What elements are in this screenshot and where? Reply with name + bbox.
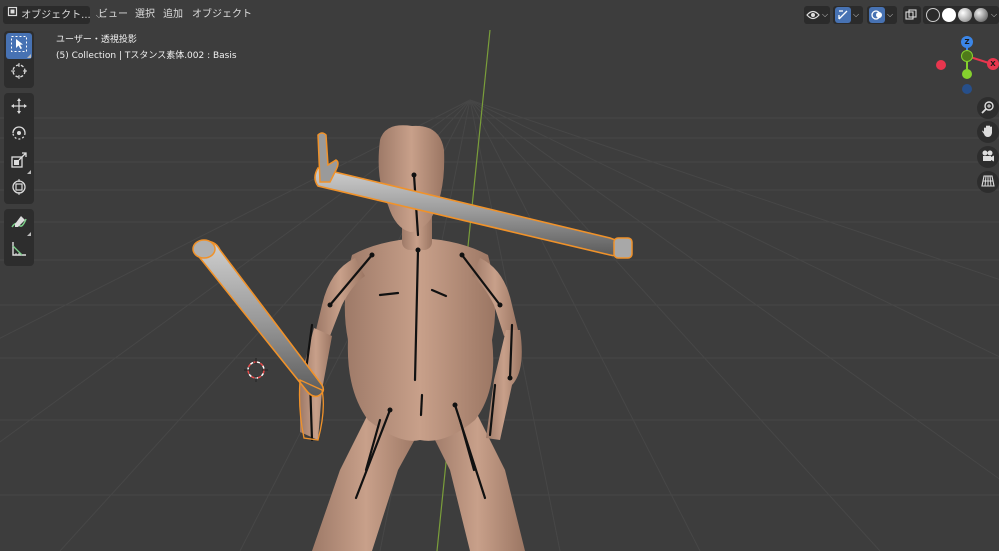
camera-icon (981, 148, 995, 167)
tool-group-select (4, 31, 34, 88)
chevron-down-icon[interactable]: ⌵ (991, 10, 997, 20)
material-preview-icon[interactable] (957, 8, 972, 22)
measure-tool[interactable] (6, 238, 32, 264)
cursor-tool[interactable] (6, 60, 32, 86)
gizmo-icon (835, 7, 851, 23)
chevron-down-icon: ⌵ (887, 10, 894, 19)
visibility-dropdown[interactable]: ⌵ (804, 6, 830, 24)
tool-variants-indicator (27, 170, 31, 174)
cursor-icon (10, 62, 28, 84)
gizmo-z-axis[interactable]: Z (961, 36, 973, 48)
navigation-gizmo[interactable]: Z X (930, 32, 999, 96)
overlays-toggle[interactable]: ⌵ (867, 6, 897, 24)
tool-shelf (4, 31, 34, 271)
transform-icon (10, 178, 28, 200)
gizmo-neg-x-axis[interactable] (936, 60, 946, 70)
view-perspective-label: ユーザー・透視投影 (56, 35, 137, 45)
tool-group-transform (4, 93, 34, 204)
pan-hand-icon (981, 123, 995, 142)
annotate-tool[interactable] (6, 211, 32, 237)
measure-ruler-icon (10, 240, 28, 262)
ortho-grid-icon (981, 173, 995, 192)
menu-add[interactable]: 追加 (159, 6, 187, 24)
select-box-icon (10, 35, 28, 57)
tool-group-annotate (4, 209, 34, 266)
scale-tool[interactable] (6, 149, 32, 175)
ortho-toggle-button[interactable] (977, 171, 999, 193)
zoom-button[interactable] (977, 97, 999, 119)
rotate-tool[interactable] (6, 122, 32, 148)
annotate-pencil-icon (10, 213, 28, 235)
3d-cursor (244, 358, 268, 382)
chevron-down-icon: ⌵ (853, 10, 860, 19)
rotate-icon (10, 124, 28, 146)
wireframe-shading-icon[interactable] (926, 8, 940, 22)
move-tool[interactable] (6, 95, 32, 121)
menu-select[interactable]: 選択 (131, 6, 159, 24)
collection-info-label: (5) Collection | Tスタンス素体.002 : Basis (56, 51, 237, 61)
scale-icon (10, 151, 28, 173)
object-mode-label: オブジェクト... (21, 10, 91, 21)
viewport-scene (0, 29, 999, 551)
chevron-down-icon: ⌵ (822, 10, 829, 19)
gizmo-neg-z-axis[interactable] (962, 84, 972, 94)
pan-button[interactable] (977, 121, 999, 143)
viewport-header: オブジェクト... ⌵ ビュー 選択 追加 オブジェクト ⌵ ⌵ ⌵ ⌵ (0, 4, 999, 26)
shading-mode-group[interactable]: ⌵ (923, 6, 999, 24)
gizmo-neg-y-axis[interactable] (961, 50, 973, 62)
camera-view-button[interactable] (977, 146, 999, 168)
object-mode-dropdown[interactable]: オブジェクト... ⌵ (3, 6, 102, 24)
gizmo-y-axis[interactable] (962, 69, 972, 79)
select-box-tool[interactable] (6, 33, 32, 59)
move-icon (10, 97, 28, 119)
solid-shading-icon[interactable] (941, 8, 956, 22)
gizmo-x-axis[interactable]: X (987, 58, 999, 70)
overlays-icon (869, 7, 885, 23)
tool-variants-indicator (27, 54, 31, 58)
xray-toggle[interactable] (903, 6, 921, 24)
object-mode-icon (7, 6, 18, 24)
gizmo-toggle[interactable]: ⌵ (833, 6, 863, 24)
tool-variants-indicator (27, 232, 31, 236)
eye-icon (806, 6, 820, 25)
rendered-shading-icon[interactable] (973, 8, 988, 22)
transform-tool[interactable] (6, 176, 32, 202)
3d-viewport[interactable] (0, 0, 999, 551)
zoom-icon (981, 99, 995, 118)
menu-object[interactable]: オブジェクト (188, 6, 256, 24)
menu-view[interactable]: ビュー (94, 6, 132, 24)
xray-icon (905, 6, 917, 25)
